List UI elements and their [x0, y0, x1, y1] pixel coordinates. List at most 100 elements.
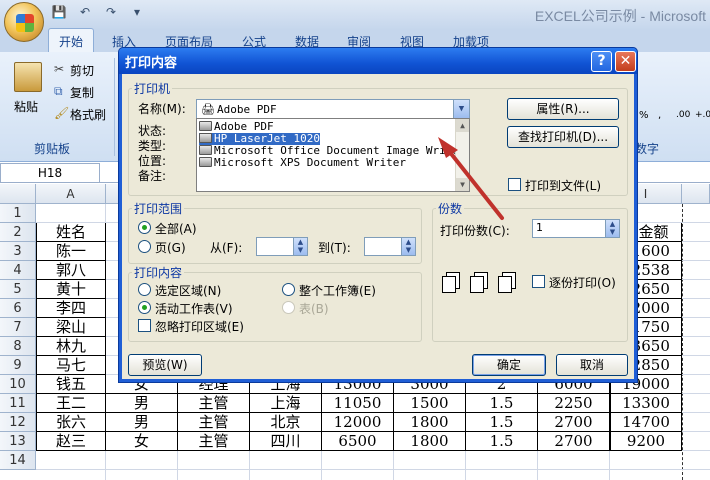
table-cell-name[interactable]: 马七	[36, 356, 106, 375]
list-scrollbar[interactable]: ▲ ▼	[455, 119, 469, 191]
table-cell[interactable]: 女	[106, 432, 178, 451]
row-header[interactable]: 1	[0, 204, 36, 223]
paste-button[interactable]: 粘贴	[14, 98, 38, 115]
table-cell-name[interactable]: 梁山	[36, 318, 106, 337]
dialog-titlebar[interactable]: 打印内容	[119, 48, 637, 74]
row-header[interactable]: 9	[0, 356, 36, 375]
table-cell[interactable]: 2700	[538, 432, 610, 451]
cut-button[interactable]: 剪切	[70, 62, 94, 79]
table-cell[interactable]: 1.5	[466, 413, 538, 432]
properties-button[interactable]: 属性(R)...	[507, 98, 619, 120]
percent-style-button[interactable]: %	[639, 110, 649, 121]
table-cell-name[interactable]: 姓名	[36, 223, 106, 242]
name-box[interactable]: H18	[0, 163, 100, 183]
copies-spinner[interactable]: 1 ▲ ▼	[532, 219, 620, 238]
selection-radio[interactable]	[138, 283, 151, 296]
customize-qat-icon[interactable]: ▾	[128, 5, 146, 19]
preview-button[interactable]: 预览(W)	[128, 354, 202, 376]
table-cell[interactable]: 12000	[322, 413, 394, 432]
active-sheet-radio[interactable]	[138, 301, 151, 314]
cancel-button[interactable]: 取消	[556, 354, 628, 376]
table-cell[interactable]: 主管	[178, 432, 250, 451]
ignore-print-area-checkbox[interactable]	[138, 319, 151, 332]
scroll-up-icon[interactable]: ▲	[456, 119, 469, 132]
undo-icon[interactable]: ↶	[76, 5, 94, 19]
find-printer-button[interactable]: 查找打印机(D)...	[507, 126, 619, 148]
table-cell-name[interactable]: 陈一	[36, 242, 106, 261]
row-header[interactable]: 4	[0, 261, 36, 280]
table-cell-bonus[interactable]: 13300	[610, 394, 682, 413]
paste-icon[interactable]	[14, 62, 42, 92]
table-cell[interactable]: 1800	[394, 413, 466, 432]
spin-arrows-icon[interactable]: ▲ ▼	[605, 220, 619, 237]
row-header[interactable]: 12	[0, 413, 36, 432]
table-cell-name[interactable]: 张六	[36, 413, 106, 432]
row-header[interactable]: 11	[0, 394, 36, 413]
from-page-spinner[interactable]: ▲ ▼	[256, 237, 308, 256]
row-header[interactable]: 13	[0, 432, 36, 451]
table-cell[interactable]: 主管	[178, 394, 250, 413]
table-cell[interactable]: 6500	[322, 432, 394, 451]
table-radio[interactable]	[282, 301, 295, 314]
table-cell-name[interactable]: 黄十	[36, 280, 106, 299]
table-cell[interactable]: 上海	[250, 394, 322, 413]
spin-arrows-icon[interactable]: ▲ ▼	[401, 238, 415, 255]
workbook-radio[interactable]	[282, 283, 295, 296]
copy-button[interactable]: 复制	[70, 84, 94, 101]
table-cell[interactable]: 2250	[538, 394, 610, 413]
table-cell[interactable]: 北京	[250, 413, 322, 432]
print-pages-radio[interactable]	[138, 240, 151, 253]
table-cell-bonus[interactable]: 14700	[610, 413, 682, 432]
close-button[interactable]: ✕	[615, 51, 636, 72]
spin-arrows-icon[interactable]: ▲ ▼	[293, 238, 307, 255]
printer-name-label: 名称(M):	[138, 102, 186, 116]
office-button[interactable]	[4, 2, 44, 42]
table-cell[interactable]: 1500	[394, 394, 466, 413]
table-cell[interactable]: 11050	[322, 394, 394, 413]
column-header-j[interactable]	[682, 184, 710, 204]
comma-style-button[interactable]: ,	[658, 110, 661, 121]
table-cell[interactable]: 男	[106, 413, 178, 432]
printer-name-combo[interactable]: 🖨 Adobe PDF ▼	[196, 99, 470, 119]
table-cell[interactable]: 四川	[250, 432, 322, 451]
table-cell-name[interactable]: 李四	[36, 299, 106, 318]
print-all-radio[interactable]	[138, 221, 151, 234]
table-cell[interactable]: 1.5	[466, 394, 538, 413]
table-cell[interactable]: 2700	[538, 413, 610, 432]
table-cell[interactable]: 男	[106, 394, 178, 413]
table-cell-name[interactable]: 郭八	[36, 261, 106, 280]
printer-dropdown-list[interactable]: Adobe PDF HP LaserJet 1020 Microsoft Off…	[196, 118, 470, 192]
help-button[interactable]: ?	[591, 51, 612, 72]
to-page-spinner[interactable]: ▲ ▼	[364, 237, 416, 256]
scroll-down-icon[interactable]: ▼	[456, 178, 469, 191]
row-header[interactable]: 8	[0, 337, 36, 356]
increase-decimal-button[interactable]: .00	[676, 110, 690, 120]
redo-icon[interactable]: ↷	[102, 5, 120, 19]
row-header[interactable]: 3	[0, 242, 36, 261]
table-cell[interactable]: 1800	[394, 432, 466, 451]
column-header-a[interactable]: A	[36, 184, 106, 204]
row-header[interactable]: 7	[0, 318, 36, 337]
tab-home[interactable]: 开始	[48, 28, 95, 52]
table-cell-name[interactable]: 钱五	[36, 375, 106, 394]
collate-checkbox[interactable]	[532, 275, 545, 288]
table-cell-name[interactable]: 林九	[36, 337, 106, 356]
table-cell[interactable]: 1.5	[466, 432, 538, 451]
row-header[interactable]: 14	[0, 451, 36, 470]
ok-button[interactable]: 确定	[472, 354, 546, 376]
row-header[interactable]: 6	[0, 299, 36, 318]
format-painter-button[interactable]: 格式刷	[70, 106, 106, 123]
row-header[interactable]: 2	[0, 223, 36, 242]
table-cell[interactable]: 主管	[178, 413, 250, 432]
print-to-file-checkbox[interactable]	[508, 178, 521, 191]
table-cell-name[interactable]: 赵三	[36, 432, 106, 451]
chevron-down-icon[interactable]: ▼	[453, 100, 469, 118]
row-header[interactable]: 10	[0, 375, 36, 394]
save-icon[interactable]: 💾	[50, 5, 68, 19]
table-cell-name[interactable]: 王二	[36, 394, 106, 413]
decrease-decimal-button[interactable]: +.0	[695, 110, 710, 120]
select-all-corner[interactable]	[0, 184, 36, 204]
printer-option[interactable]: Microsoft XPS Document Writer	[199, 157, 406, 169]
row-header[interactable]: 5	[0, 280, 36, 299]
table-cell-bonus[interactable]: 9200	[610, 432, 682, 451]
